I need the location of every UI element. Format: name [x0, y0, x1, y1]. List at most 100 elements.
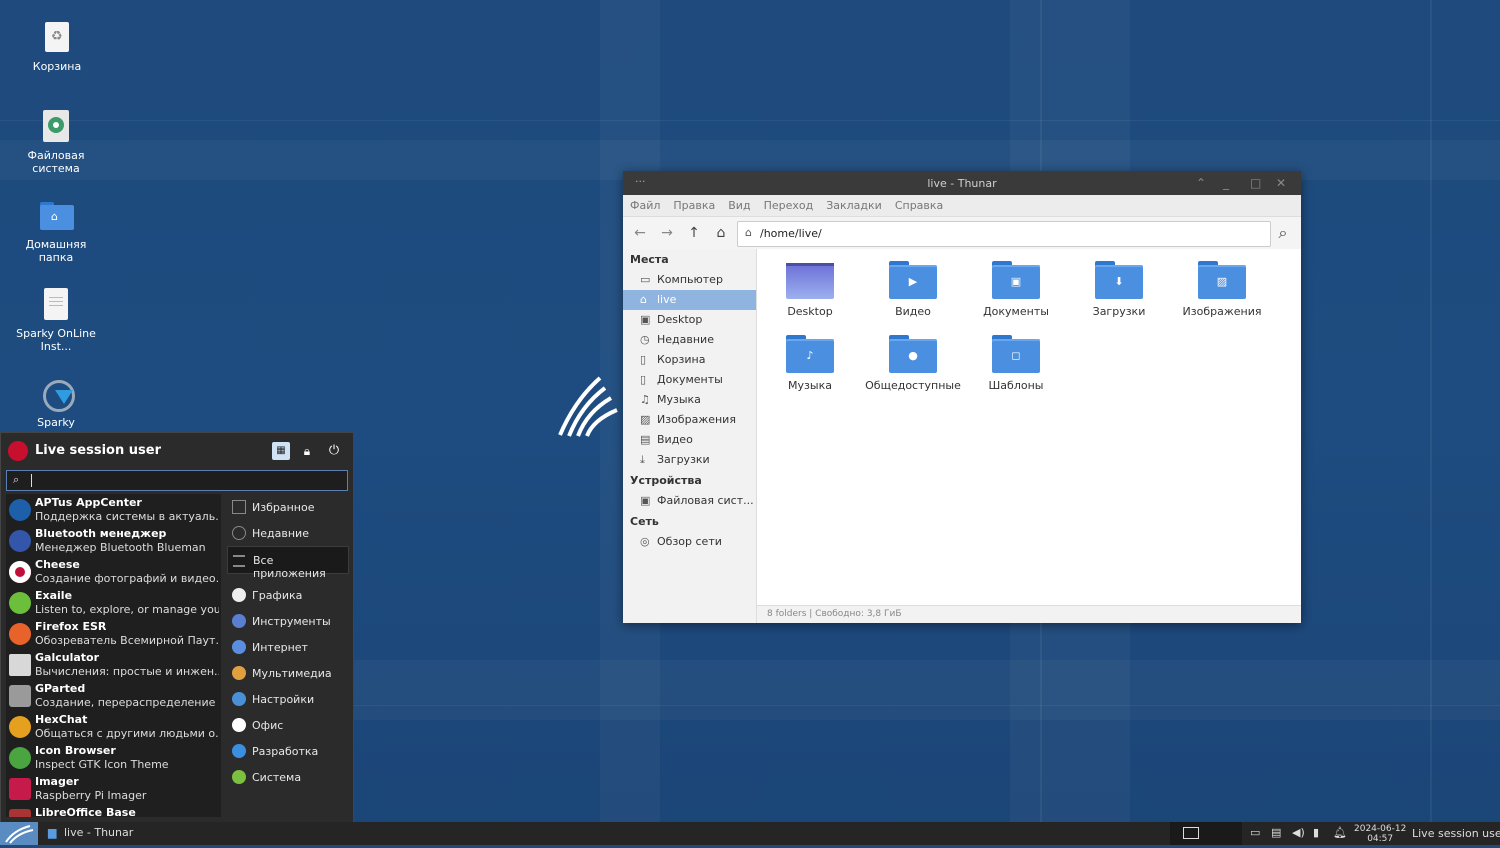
- list-item[interactable]: GParted Создание, перераспределение ...: [6, 680, 221, 711]
- app-description: Общаться с другими людьми о...: [35, 727, 219, 740]
- sidebar-item-trash[interactable]: ▯ Корзина: [623, 350, 756, 370]
- menu-help[interactable]: Справка: [888, 195, 949, 212]
- desktop-icon-trash[interactable]: ♻ Корзина: [7, 20, 107, 73]
- search-input[interactable]: ⌕: [6, 470, 348, 491]
- settings-icon[interactable]: ▦: [272, 442, 290, 460]
- category-label: Инструменты: [252, 615, 331, 628]
- folder-music[interactable]: ♪ Музыка: [760, 323, 860, 392]
- menu-view[interactable]: Вид: [721, 195, 756, 212]
- forward-icon[interactable]: →: [657, 223, 677, 243]
- logout-icon[interactable]: ⏻: [325, 442, 343, 460]
- list-item[interactable]: Icon Browser Inspect GTK Icon Theme: [6, 742, 221, 773]
- category-all-apps[interactable]: Все приложения: [227, 546, 349, 580]
- sidebar-item-network[interactable]: ◎ Обзор сети: [623, 532, 756, 552]
- minimize-icon[interactable]: _: [1223, 176, 1229, 190]
- window-titlebar[interactable]: ··· live - Thunar ⌃ _ □ ✕: [623, 171, 1301, 195]
- office-icon: [232, 718, 246, 732]
- list-item[interactable]: Galculator Вычисления: простые и инжен...: [6, 649, 221, 680]
- list-item[interactable]: Firefox ESR Обозреватель Всемирной Паут..…: [6, 618, 221, 649]
- menu-bookmarks[interactable]: Закладки: [819, 195, 888, 212]
- folder-documents[interactable]: ▣ Документы: [966, 249, 1066, 318]
- volume-icon[interactable]: ◀): [1292, 826, 1305, 839]
- sidebar-item-computer[interactable]: ▭ Компьютер: [623, 270, 756, 290]
- clock[interactable]: 2024-06-12 04:57: [1354, 824, 1406, 844]
- app-description: Создание фотографий и видео...: [35, 572, 219, 585]
- desktop-icon-sparky[interactable]: Sparky: [6, 376, 106, 429]
- category-graphics[interactable]: Графика: [227, 582, 349, 608]
- trash-icon: ▯: [640, 353, 647, 366]
- category-label: Офис: [252, 719, 284, 732]
- category-favorites[interactable]: Избранное: [227, 494, 349, 520]
- list-icon: [233, 555, 245, 567]
- folder-videos[interactable]: ▶ Видео: [863, 249, 963, 318]
- star-icon: [232, 500, 246, 514]
- sidebar-item-pictures[interactable]: ▨ Изображения: [623, 410, 756, 430]
- list-item[interactable]: HexChat Общаться с другими людьми о...: [6, 711, 221, 742]
- category-settings[interactable]: Настройки: [227, 686, 349, 712]
- sidebar-item-live[interactable]: ⌂ live: [623, 290, 756, 310]
- sidebar-item-recent[interactable]: ◷ Недавние: [623, 330, 756, 350]
- location-bar[interactable]: ⌂ /home/live/: [737, 221, 1271, 247]
- sidebar-item-documents[interactable]: ▯ Документы: [623, 370, 756, 390]
- maximize-icon[interactable]: □: [1250, 176, 1261, 190]
- close-icon[interactable]: ✕: [1276, 176, 1286, 190]
- app-name: Bluetooth менеджер: [35, 527, 167, 540]
- taskbar: ▆ live - Thunar ▭ ▤ ◀) ▮ 🔔︎ 2024-06-12 0…: [0, 822, 1500, 845]
- icon-browser-icon: [9, 747, 31, 769]
- up-icon[interactable]: ↑: [684, 223, 704, 243]
- sidebar-item-desktop[interactable]: ▣ Desktop: [623, 310, 756, 330]
- sidebar-item-music[interactable]: ♫ Музыка: [623, 390, 756, 410]
- category-system[interactable]: Система: [227, 764, 349, 790]
- app-name: GParted: [35, 682, 86, 695]
- list-item[interactable]: APTus AppCenter Поддержка системы в актуа…: [6, 494, 221, 525]
- start-menu-button[interactable]: [0, 822, 38, 845]
- home-icon[interactable]: ⌂: [711, 223, 731, 243]
- file-view[interactable]: Desktop ▶ Видео ▣ Документы ⬇ Загрузки ▨…: [757, 249, 1301, 606]
- drive-icon: [39, 109, 73, 143]
- folder-desktop[interactable]: Desktop: [760, 249, 860, 318]
- menu-file[interactable]: Файл: [623, 195, 666, 212]
- category-office[interactable]: Офис: [227, 712, 349, 738]
- app-name: Cheese: [35, 558, 80, 571]
- list-item[interactable]: Bluetooth менеджер Менеджер Bluetooth Blu…: [6, 525, 221, 556]
- category-internet[interactable]: Интернет: [227, 634, 349, 660]
- folder-templates[interactable]: ◻ Шаблоны: [966, 323, 1066, 392]
- menu-edit[interactable]: Правка: [666, 195, 721, 212]
- list-item[interactable]: Cheese Создание фотографий и видео...: [6, 556, 221, 587]
- folder-downloads[interactable]: ⬇ Загрузки: [1069, 249, 1169, 318]
- display-icon[interactable]: ▭: [1250, 826, 1260, 839]
- menu-go[interactable]: Переход: [757, 195, 820, 212]
- category-development[interactable]: Разработка: [227, 738, 349, 764]
- list-item[interactable]: Exaile Listen to, explore, or manage you.…: [6, 587, 221, 618]
- list-item[interactable]: LibreOffice Base: [6, 804, 221, 817]
- category-accessories[interactable]: Инструменты: [227, 608, 349, 634]
- tools-icon: [232, 614, 246, 628]
- sidebar-item-videos[interactable]: ▤ Видео: [623, 430, 756, 450]
- thunar-window[interactable]: ··· live - Thunar ⌃ _ □ ✕ Файл Правка Вид П…: [623, 171, 1301, 623]
- lock-icon[interactable]: 🔒︎: [298, 442, 316, 460]
- back-icon[interactable]: ←: [630, 223, 650, 243]
- category-multimedia[interactable]: Мультимедиа: [227, 660, 349, 686]
- workspace-switcher[interactable]: [1170, 822, 1242, 845]
- taskbar-item-thunar[interactable]: ▆ live - Thunar: [44, 822, 133, 845]
- folder-public[interactable]: ● Общедоступные: [863, 323, 963, 392]
- category-recent[interactable]: Недавние: [227, 520, 349, 546]
- desktop-icon-sparky-installer[interactable]: Sparky OnLine Inst...: [6, 287, 106, 353]
- battery-icon[interactable]: ▮: [1313, 826, 1319, 839]
- sidebar-item-filesystem[interactable]: ▣ Файловая сист...: [623, 491, 756, 511]
- drive-icon: ▣: [640, 494, 651, 507]
- desktop-icon-filesystem[interactable]: Файловая система: [6, 109, 106, 175]
- video-icon: ▤: [640, 433, 651, 446]
- clipboard-icon[interactable]: ▤: [1271, 826, 1281, 839]
- desktop-icon-home[interactable]: ⌂ Домашняя папка: [6, 198, 106, 264]
- session-user[interactable]: Live session user: [1412, 827, 1500, 840]
- app-name: Exaile: [35, 589, 73, 602]
- search-icon[interactable]: ⌕: [1273, 223, 1293, 243]
- notification-icon[interactable]: 🔔︎: [1333, 826, 1347, 839]
- category-label: Настройки: [252, 693, 315, 706]
- shade-icon[interactable]: ⌃: [1196, 176, 1206, 190]
- video-folder-icon: ▶: [889, 261, 937, 299]
- folder-pictures[interactable]: ▨ Изображения: [1172, 249, 1272, 318]
- list-item[interactable]: Imager Raspberry Pi Imager: [6, 773, 221, 804]
- sidebar-item-downloads[interactable]: ⤓ Загрузки: [623, 450, 756, 470]
